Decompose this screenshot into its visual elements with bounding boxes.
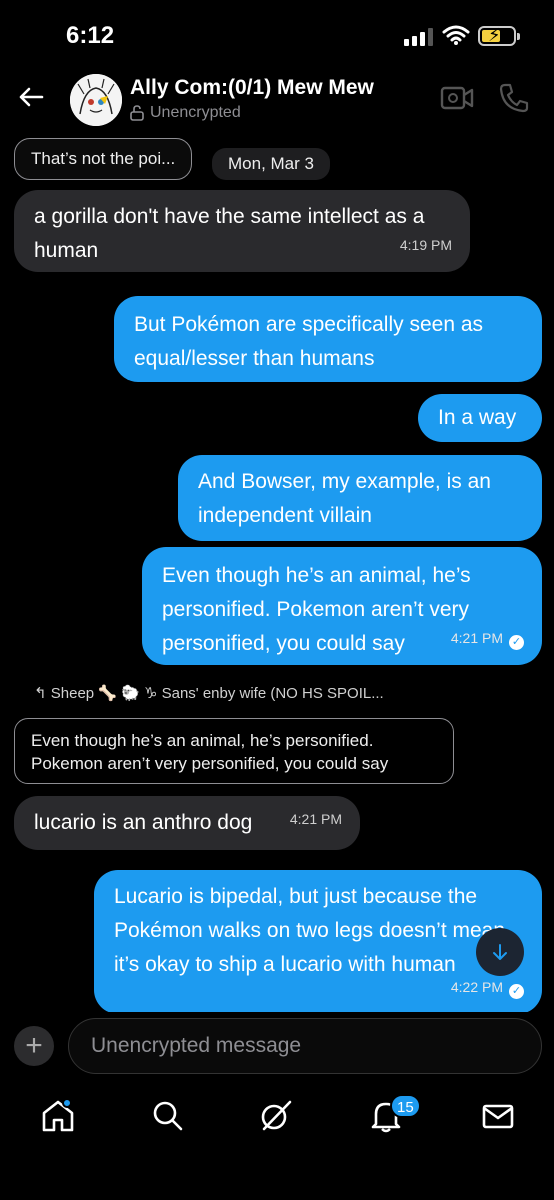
grok-icon	[261, 1100, 292, 1131]
message-time: 4:22 PM	[450, 979, 503, 995]
arrow-down-icon	[493, 944, 507, 960]
battery-icon: ⚡	[478, 25, 520, 46]
message-input[interactable]	[68, 1018, 542, 1074]
reply-reference[interactable]: ↰ Sheep 🦴 🐑 ♑ Sans' enby wife (NO HS SPO…	[34, 684, 384, 702]
cellular-signal-icon	[404, 28, 433, 46]
read-check-icon: ✓	[509, 984, 524, 999]
add-attachment-button[interactable]: +	[14, 1026, 54, 1066]
outgoing-message-bubble[interactable]: But Pokémon are specifically seen as equ…	[114, 296, 542, 382]
video-call-icon[interactable]	[440, 84, 474, 112]
incoming-message-bubble[interactable]: lucario is an anthro dog 4:21 PM	[14, 796, 360, 850]
encryption-label: Unencrypted	[150, 104, 241, 121]
plus-icon: +	[25, 1029, 43, 1062]
outgoing-message-bubble[interactable]: And Bowser, my example, is an independen…	[178, 455, 542, 541]
mail-icon	[482, 1104, 514, 1129]
wifi-icon	[442, 25, 470, 45]
quoted-message[interactable]: Even though he’s an animal, he’s personi…	[14, 718, 454, 784]
outgoing-message-bubble[interactable]: Even though he’s an animal, he’s personi…	[142, 547, 542, 665]
status-time: 6:12	[66, 22, 115, 49]
message-text: In a way	[438, 406, 517, 429]
message-time: 4:21 PM	[289, 811, 342, 827]
reply-preview-chip[interactable]: That’s not the poi...	[14, 138, 193, 180]
incoming-message-bubble[interactable]: a gorilla don't have the same intellect …	[14, 190, 470, 272]
back-arrow-icon[interactable]	[16, 82, 46, 112]
message-text: But Pokémon are specifically seen as equ…	[134, 313, 484, 370]
scroll-to-bottom-button[interactable]	[476, 928, 524, 976]
message-text: Lucario is bipedal, but just because the…	[114, 885, 506, 976]
chat-title[interactable]: Ally Com:(0/1) Mew Mew	[130, 76, 374, 100]
encryption-status: Unencrypted	[130, 104, 241, 122]
outgoing-message-bubble[interactable]: In a way	[418, 394, 542, 442]
read-check-icon: ✓	[509, 635, 524, 650]
nav-messages[interactable]	[478, 1096, 518, 1136]
reply-reference-label: Sheep 🦴 🐑 ♑ Sans' enby wife (NO HS SPOIL…	[50, 685, 384, 702]
unlocked-icon	[130, 105, 144, 121]
avatar-drawing	[70, 74, 122, 126]
date-separator: Mon, Mar 3	[212, 148, 330, 180]
status-bar: 6:12 ⚡	[0, 0, 554, 70]
message-time: 4:19 PM	[399, 237, 452, 253]
notifications-badge: 15	[390, 1094, 421, 1118]
message-meta: 4:22 PM ✓	[451, 970, 524, 1004]
message-meta: 4:21 PM ✓	[451, 621, 524, 655]
outgoing-message-bubble[interactable]: Lucario is bipedal, but just because the…	[94, 870, 542, 1014]
message-text: And Bowser, my example, is an independen…	[198, 470, 491, 527]
phone-call-icon[interactable]	[498, 82, 530, 114]
bottom-navigation: 15	[0, 1090, 554, 1200]
home-icon	[42, 1100, 74, 1132]
message-time: 4:21 PM	[450, 630, 503, 646]
nav-search[interactable]	[148, 1096, 188, 1136]
search-icon	[153, 1101, 183, 1131]
nav-home[interactable]	[38, 1096, 78, 1136]
chat-header: Ally Com:(0/1) Mew Mew Unencrypted	[0, 70, 554, 130]
home-unread-dot	[62, 1098, 72, 1108]
nav-grok[interactable]	[256, 1096, 296, 1136]
avatar[interactable]	[70, 74, 122, 126]
message-composer: +	[0, 1012, 554, 1082]
reply-arrow-icon: ↰	[34, 685, 51, 702]
